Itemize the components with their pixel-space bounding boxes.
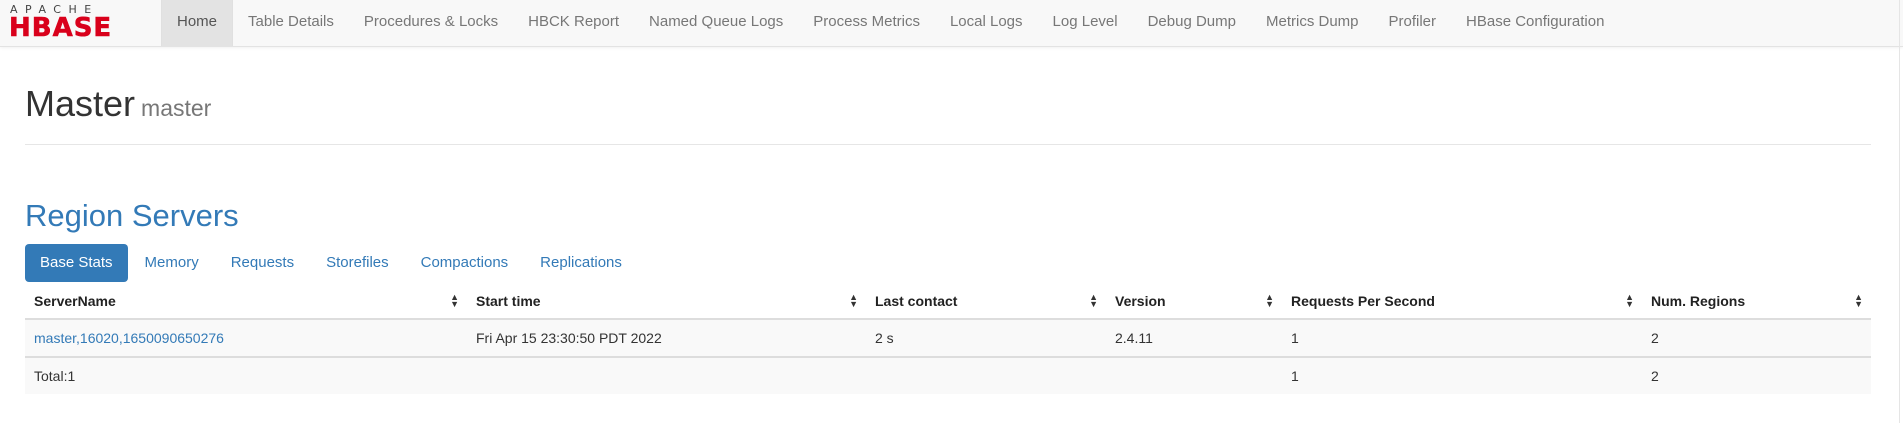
cell-total-label: Total:1 [25,356,467,394]
cell-last-contact: 2 s [866,318,1106,357]
nav-metrics-dump[interactable]: Metrics Dump [1251,0,1374,46]
cell-start-time: Fri Apr 15 23:30:50 PDT 2022 [467,318,866,357]
top-navbar: APACHE HBASE Home Table Details Procedur… [0,0,1903,47]
column-header-servername[interactable]: ServerName ▲ ▼ [25,284,467,320]
tab-compactions[interactable]: Compactions [406,244,524,282]
nav-table-details[interactable]: Table Details [233,0,349,46]
nav-named-queue-logs[interactable]: Named Queue Logs [634,0,798,46]
column-header-label: ServerName [34,293,116,309]
column-header-label: Num. Regions [1651,293,1746,309]
page-subtitle: master [141,95,212,121]
nav-procedures-locks[interactable]: Procedures & Locks [349,0,513,46]
region-servers-tabs: Base Stats Memory Requests Storefiles Co… [25,244,639,282]
column-header-num-regions[interactable]: Num. Regions ▲ ▼ [1642,284,1871,320]
cell-total-requests-per-second: 1 [1282,356,1642,394]
column-header-start-time[interactable]: Start time ▲ ▼ [467,284,866,320]
cell-version: 2.4.11 [1106,318,1282,357]
tab-requests[interactable]: Requests [216,244,309,282]
tab-base-stats[interactable]: Base Stats [25,244,128,282]
sort-icon[interactable]: ▲ ▼ [1265,293,1274,309]
column-header-label: Last contact [875,293,958,309]
nav-hbck-report[interactable]: HBCK Report [513,0,634,46]
cell-empty [467,356,866,394]
sort-icon[interactable]: ▲ ▼ [1089,293,1098,309]
cell-requests-per-second: 1 [1282,318,1642,357]
cell-empty [1106,356,1282,394]
column-header-label: Requests Per Second [1291,293,1435,309]
sort-icon[interactable]: ▲ ▼ [1854,293,1863,309]
tab-storefiles[interactable]: Storefiles [311,244,404,282]
tab-memory[interactable]: Memory [130,244,214,282]
nav-debug-dump[interactable]: Debug Dump [1133,0,1251,46]
nav-local-logs[interactable]: Local Logs [935,0,1038,46]
column-header-version[interactable]: Version ▲ ▼ [1106,284,1282,320]
sort-icon[interactable]: ▲ ▼ [849,293,858,309]
cell-server-name: master,16020,1650090650276 [25,318,467,357]
nav-process-metrics[interactable]: Process Metrics [798,0,935,46]
page-header: Master master [25,82,1871,145]
main-nav: Home Table Details Procedures & Locks HB… [161,0,1619,46]
nav-home[interactable]: Home [161,0,234,46]
cell-total-num-regions: 2 [1642,356,1871,394]
nav-hbase-configuration[interactable]: HBase Configuration [1451,0,1619,46]
region-servers-table: ServerName ▲ ▼ Start time ▲ ▼ Last contact ▲ ▼… [25,284,1871,394]
sort-icon[interactable]: ▲ ▼ [1625,293,1634,309]
sort-icon[interactable]: ▲ ▼ [450,293,459,309]
server-name-link[interactable]: master,16020,1650090650276 [34,330,224,346]
column-header-requests-per-second[interactable]: Requests Per Second ▲ ▼ [1282,284,1642,320]
column-header-last-contact[interactable]: Last contact ▲ ▼ [866,284,1106,320]
column-header-label: Version [1115,293,1166,309]
table-total-row: Total:1 1 2 [25,356,1871,394]
hbase-logo[interactable]: APACHE HBASE [8,2,148,42]
nav-log-level[interactable]: Log Level [1038,0,1133,46]
page-title: Master master [25,82,1871,130]
page-title-text: Master [25,83,136,124]
nav-profiler[interactable]: Profiler [1374,0,1452,46]
region-servers-heading: Region Servers [25,198,239,233]
table-row: master,16020,1650090650276 Fri Apr 15 23… [25,318,1871,357]
cell-num-regions: 2 [1642,318,1871,357]
table-header-row: ServerName ▲ ▼ Start time ▲ ▼ Last contact ▲ ▼… [25,284,1871,320]
page-edge-divider [1899,0,1900,423]
logo-hbase-text: HBASE [9,13,112,42]
column-header-label: Start time [476,293,541,309]
cell-empty [866,356,1106,394]
tab-replications[interactable]: Replications [525,244,637,282]
